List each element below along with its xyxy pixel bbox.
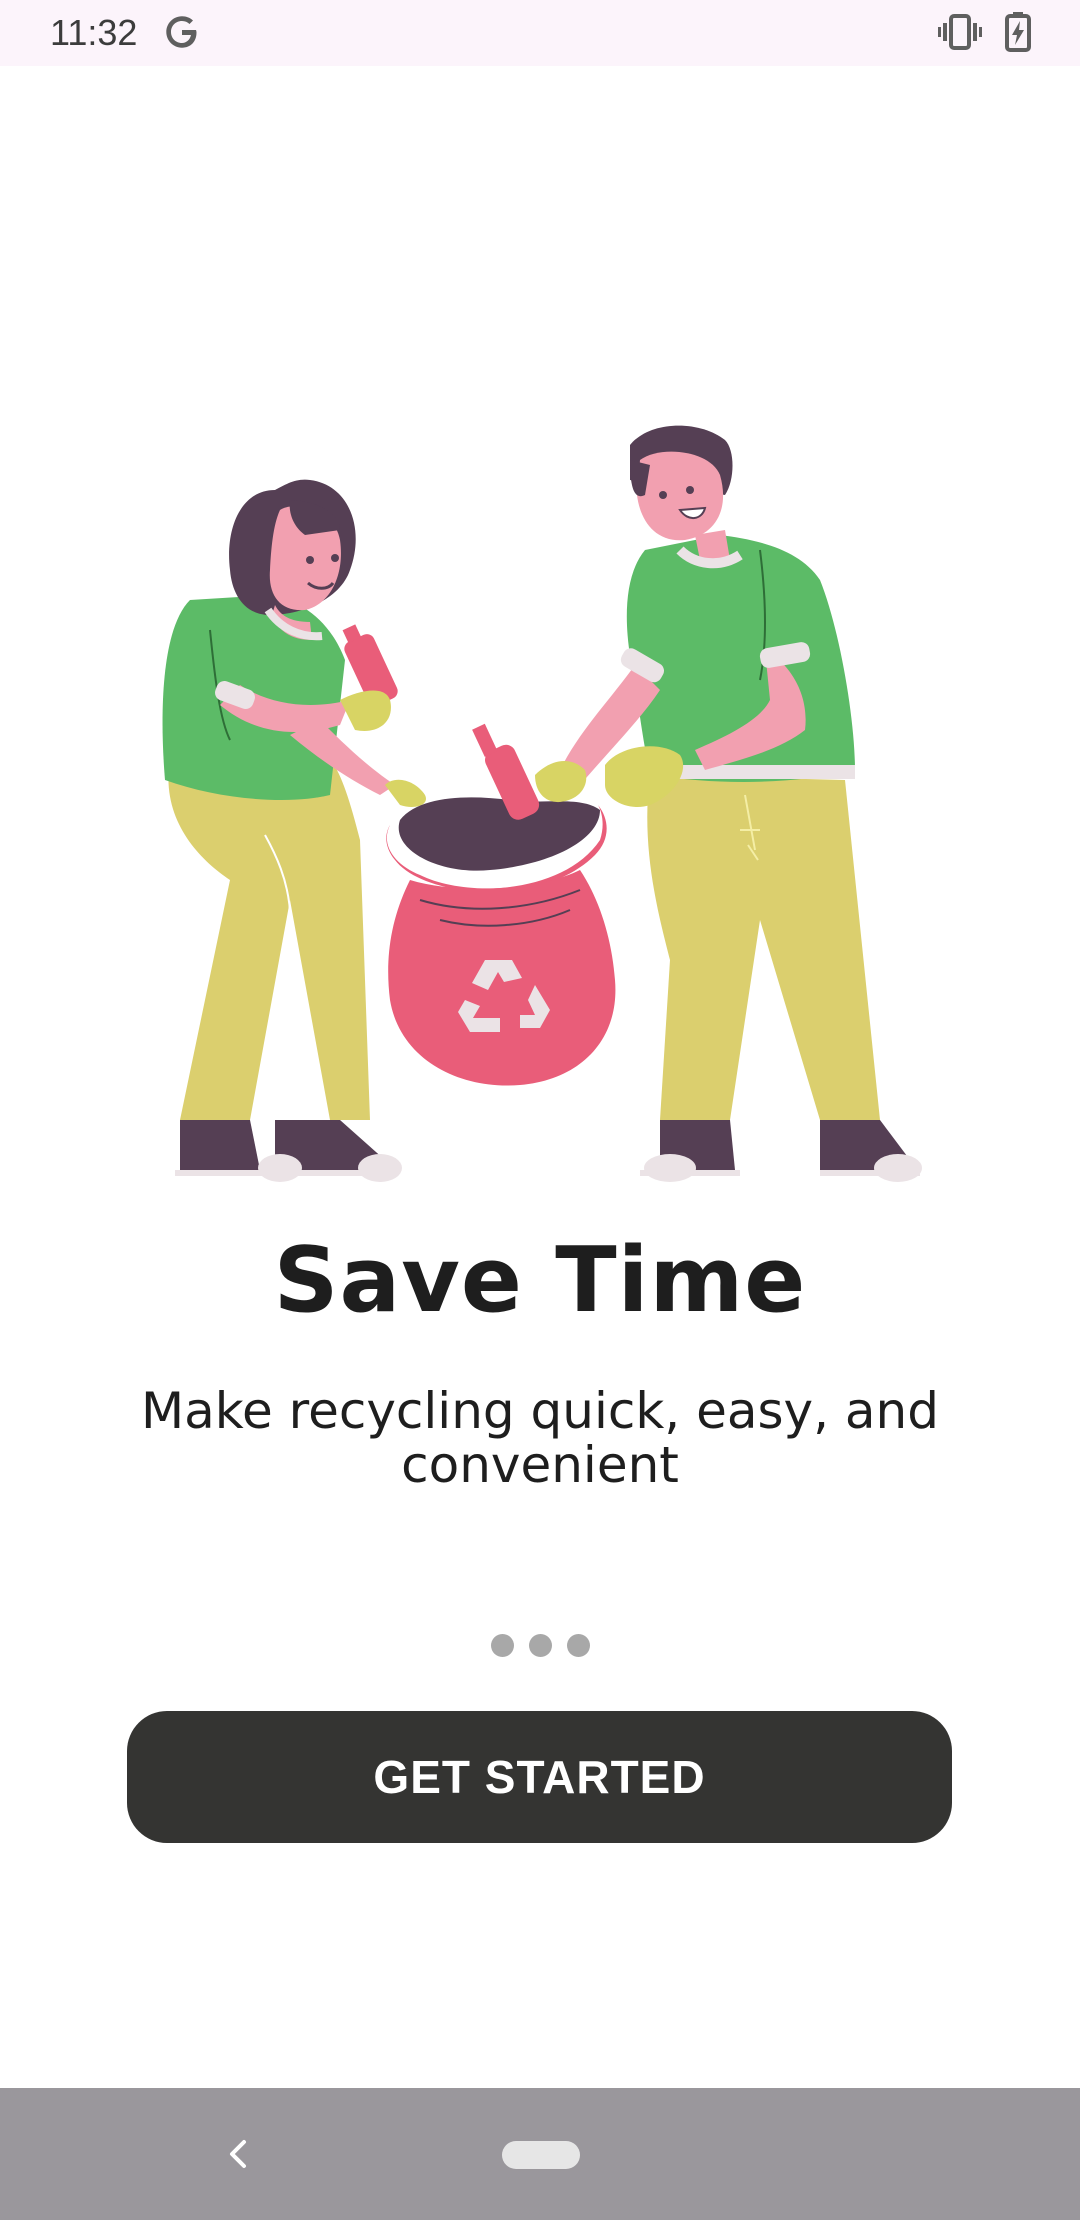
status-time: 11:32 <box>50 12 138 53</box>
page-indicator <box>0 1634 1080 1657</box>
vibrate-icon <box>938 14 982 50</box>
google-g-icon <box>166 16 197 48</box>
status-bar: 11:32 <box>0 0 1080 66</box>
system-nav-bar <box>0 2088 1080 2220</box>
man-figure <box>535 425 922 1182</box>
get-started-button[interactable]: GET STARTED <box>127 1711 952 1843</box>
recycling-people-illustration <box>162 425 922 1182</box>
page-subtitle: Make recycling quick, easy, and convenie… <box>141 1382 939 1494</box>
home-pill[interactable] <box>502 2141 580 2169</box>
woman-figure <box>162 479 426 1182</box>
page-title: Save Time <box>273 1228 807 1333</box>
page-dot[interactable] <box>528 1634 552 1657</box>
battery-charging-icon <box>1005 12 1031 52</box>
page-dot[interactable] <box>490 1634 514 1657</box>
page-dot[interactable] <box>566 1634 590 1657</box>
back-icon[interactable] <box>226 2136 250 2172</box>
